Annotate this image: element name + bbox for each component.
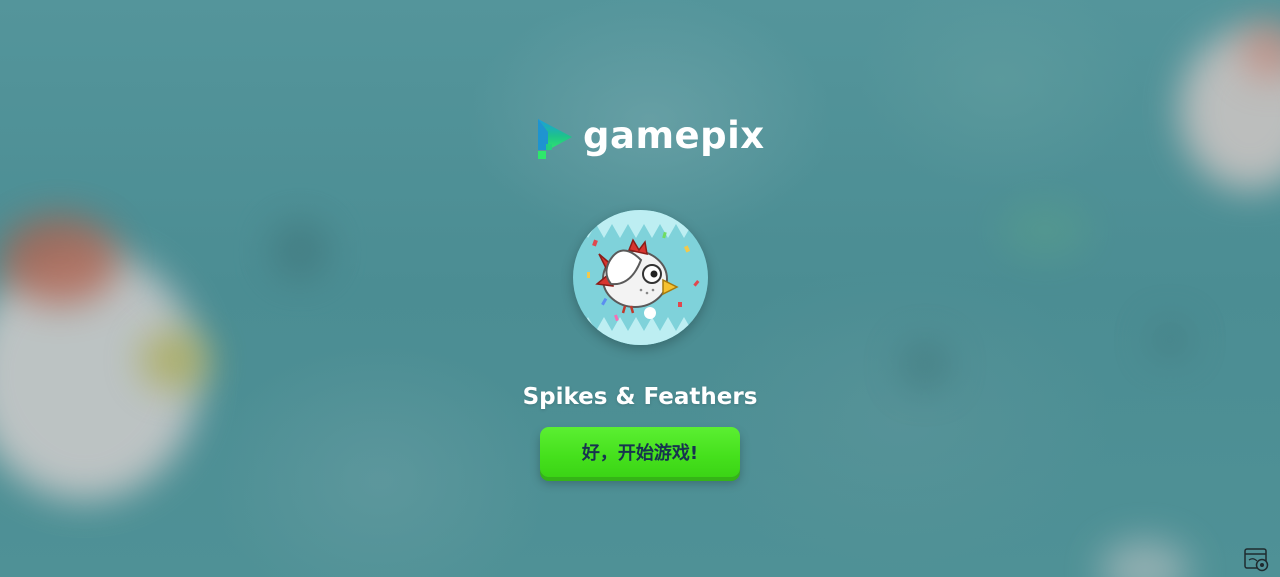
blurred-light-spot	[1100, 540, 1190, 577]
blurred-dark-spot	[1150, 320, 1190, 360]
blurred-hen-comb	[0, 215, 120, 305]
play-button[interactable]: 好，开始游戏!	[540, 427, 740, 477]
browser-settings-icon-graphic	[1244, 548, 1269, 572]
blurred-green-spot	[1000, 200, 1090, 260]
browser-settings-icon[interactable]	[1244, 548, 1270, 572]
blurred-dark-spot	[270, 220, 330, 280]
gamepix-play-logo-icon	[538, 119, 572, 159]
game-thumbnail[interactable]	[573, 210, 708, 345]
blurred-dark-spot	[900, 340, 950, 390]
brand-name: gamepix	[583, 114, 765, 157]
game-title: Spikes & Feathers	[522, 384, 758, 410]
blurred-hen-beak	[140, 330, 210, 390]
chicken-bird-icon	[573, 210, 708, 345]
gamepix-logo: gamepix	[536, 114, 765, 161]
